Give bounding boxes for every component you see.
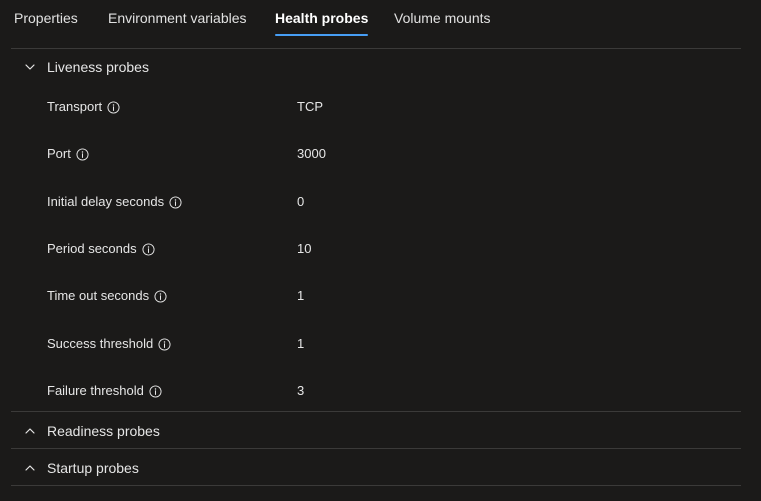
property-value: 1 xyxy=(297,288,305,303)
property-row-failure-threshold: Failure threshold 3 xyxy=(0,381,761,401)
property-value: 10 xyxy=(297,241,312,256)
startup-divider xyxy=(11,485,741,486)
property-label: Transport xyxy=(47,97,120,117)
liveness-divider xyxy=(11,411,741,412)
tab-bar: Properties Environment variables Health … xyxy=(0,0,761,40)
property-label: Initial delay seconds xyxy=(47,192,182,212)
property-label: Success threshold xyxy=(47,334,171,354)
property-row-success-threshold: Success threshold 1 xyxy=(0,334,761,354)
info-icon[interactable] xyxy=(107,100,120,114)
property-label-text: Success threshold xyxy=(47,336,154,351)
info-icon[interactable] xyxy=(142,242,155,256)
property-value: TCP xyxy=(297,99,323,114)
info-icon[interactable] xyxy=(169,195,182,209)
property-label: Period seconds xyxy=(47,239,155,259)
info-icon[interactable] xyxy=(76,147,89,161)
property-row-port: Port 3000 xyxy=(0,144,761,164)
property-row-initial-delay-seconds: Initial delay seconds 0 xyxy=(0,192,761,212)
info-icon[interactable] xyxy=(149,384,162,398)
readiness-probes-title: Readiness probes xyxy=(47,423,160,439)
property-label-text: Initial delay seconds xyxy=(47,194,165,209)
readiness-divider xyxy=(11,448,741,449)
property-label: Failure threshold xyxy=(47,381,162,401)
chevron-up-icon xyxy=(25,465,35,471)
property-row-transport: Transport TCP xyxy=(0,97,761,117)
chevron-down-icon xyxy=(25,64,35,70)
property-label-text: Port xyxy=(47,146,71,161)
startup-probes-title: Startup probes xyxy=(47,460,139,476)
property-label: Port xyxy=(47,144,89,164)
tab-volume-mounts[interactable]: Volume mounts xyxy=(394,8,491,34)
tab-properties[interactable]: Properties xyxy=(14,8,78,34)
info-icon[interactable] xyxy=(158,337,171,351)
property-value: 3 xyxy=(297,383,305,398)
info-icon[interactable] xyxy=(154,289,167,303)
property-label-text: Period seconds xyxy=(47,241,137,256)
property-row-time-out-seconds: Time out seconds 1 xyxy=(0,286,761,306)
liveness-probes-header[interactable]: Liveness probes xyxy=(11,49,741,85)
property-value: 3000 xyxy=(297,146,326,161)
tab-health-probes[interactable]: Health probes xyxy=(275,8,369,36)
readiness-probes-header[interactable]: Readiness probes xyxy=(11,413,741,449)
chevron-up-icon xyxy=(25,428,35,434)
property-value: 1 xyxy=(297,336,305,351)
startup-probes-header[interactable]: Startup probes xyxy=(11,450,741,486)
tab-environment-variables[interactable]: Environment variables xyxy=(108,8,247,34)
property-value: 0 xyxy=(297,194,305,209)
property-label-text: Time out seconds xyxy=(47,288,150,303)
property-label: Time out seconds xyxy=(47,286,167,306)
property-label-text: Failure threshold xyxy=(47,383,144,398)
property-row-period-seconds: Period seconds 10 xyxy=(0,239,761,259)
property-label-text: Transport xyxy=(47,99,103,114)
liveness-probes-title: Liveness probes xyxy=(47,59,149,75)
